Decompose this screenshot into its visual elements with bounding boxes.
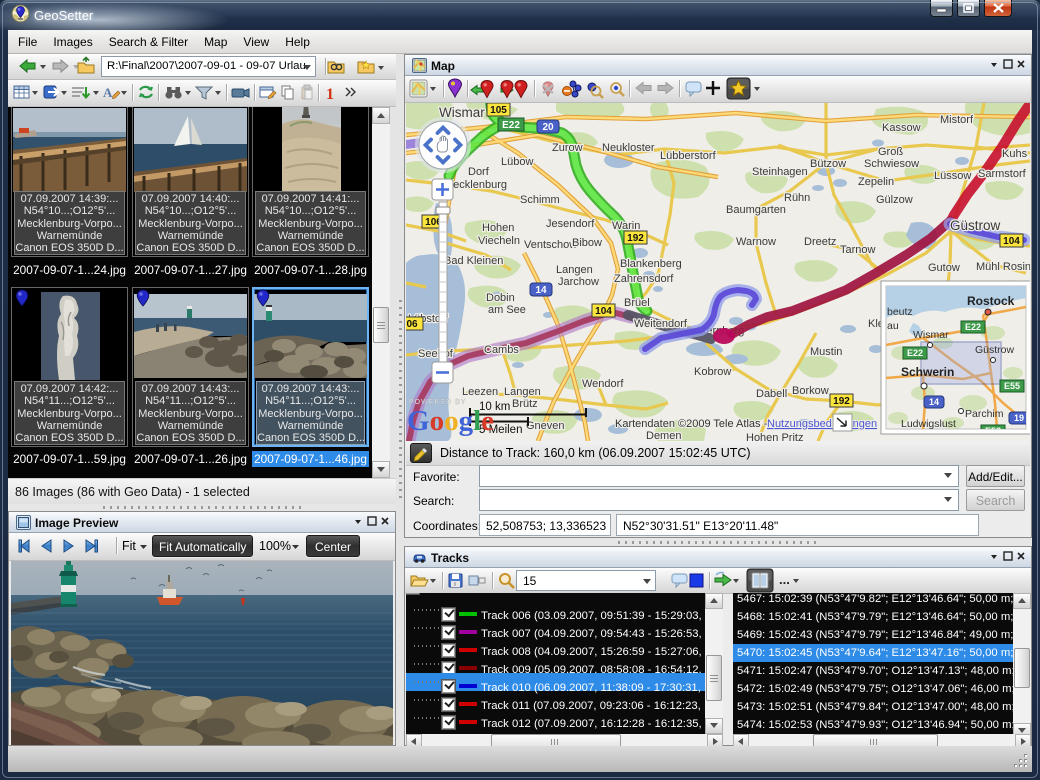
- svg-text:Kuhs: Kuhs: [1002, 148, 1028, 160]
- svg-text:14: 14: [929, 397, 939, 407]
- svg-text:Güstrow: Güstrow: [950, 218, 1001, 233]
- svg-text:Mustin: Mustin: [810, 346, 842, 358]
- svg-text:Schwerin: Schwerin: [901, 365, 954, 379]
- svg-text:Demen: Demen: [646, 430, 681, 441]
- svg-text:Ventschow: Ventschow: [524, 239, 577, 251]
- svg-text:Schimm: Schimm: [520, 194, 560, 206]
- svg-text:20: 20: [542, 122, 554, 133]
- svg-text:Güstrow: Güstrow: [975, 344, 1015, 356]
- svg-text:Nutzungsbedingungen: Nutzungsbedingungen: [767, 418, 877, 430]
- svg-text:Gneven: Gneven: [526, 420, 565, 432]
- svg-text:Hohen Pritz: Hohen Pritz: [746, 432, 803, 441]
- svg-text:Brütz: Brütz: [512, 398, 538, 410]
- svg-text:192: 192: [833, 396, 850, 407]
- svg-text:Zahrensdorf: Zahrensdorf: [614, 273, 674, 285]
- svg-text:A: A: [103, 85, 113, 100]
- svg-text:Bützow: Bützow: [810, 158, 846, 170]
- svg-text:au: au: [887, 320, 899, 332]
- svg-text:105: 105: [490, 105, 507, 116]
- svg-text:Leezen: Leezen: [462, 386, 498, 398]
- svg-text:Gülzow: Gülzow: [876, 194, 913, 206]
- svg-text:Sarmstorf: Sarmstorf: [978, 168, 1027, 180]
- svg-text:E22: E22: [502, 120, 520, 131]
- svg-text:Dorf: Dorf: [468, 166, 490, 178]
- svg-text:Groß: Groß: [878, 146, 903, 158]
- svg-text:E55: E55: [1004, 381, 1020, 391]
- svg-text:Borkow: Borkow: [792, 385, 829, 397]
- svg-text:Warin: Warin: [612, 220, 640, 232]
- svg-text:am See: am See: [488, 304, 526, 316]
- svg-text:...: ...: [779, 572, 790, 587]
- svg-text:Rostock: Rostock: [967, 294, 1015, 308]
- svg-text:Google: Google: [407, 405, 494, 437]
- svg-text:Kobrow: Kobrow: [694, 366, 731, 378]
- svg-text:1: 1: [326, 86, 334, 103]
- svg-text:Steinhagen: Steinhagen: [752, 166, 808, 178]
- svg-text:Mühl Rosin: Mühl Rosin: [976, 261, 1030, 273]
- svg-text:Wismar: Wismar: [913, 329, 949, 341]
- svg-text:Bad Kleinen: Bad Kleinen: [444, 255, 503, 267]
- svg-text:E22: E22: [907, 348, 923, 358]
- svg-text:Parchim: Parchim: [965, 408, 1004, 420]
- svg-text:Jarchow: Jarchow: [558, 276, 599, 288]
- svg-text:Neukloster: Neukloster: [602, 142, 655, 154]
- svg-text:Lübow: Lübow: [501, 156, 533, 168]
- svg-text:Ludwigslust: Ludwigslust: [901, 418, 956, 430]
- svg-text:14: 14: [535, 285, 547, 296]
- svg-text:Lübberstorf: Lübberstorf: [660, 150, 717, 162]
- svg-text:19: 19: [1014, 413, 1024, 423]
- svg-text:Cambs: Cambs: [484, 344, 519, 356]
- svg-text:192: 192: [627, 233, 644, 244]
- svg-text:Brüel: Brüel: [624, 297, 650, 309]
- svg-text:104: 104: [1003, 236, 1020, 247]
- svg-text:Schwiesow: Schwiesow: [864, 158, 919, 170]
- svg-text:Tarnow: Tarnow: [840, 244, 876, 256]
- svg-text:Seehof: Seehof: [418, 348, 454, 360]
- svg-text:Baumgarten: Baumgarten: [726, 204, 786, 216]
- svg-text:Langen: Langen: [556, 264, 593, 276]
- svg-text:Mistorf: Mistorf: [940, 114, 974, 126]
- svg-text:Rühn: Rühn: [784, 192, 810, 204]
- svg-text:Warnow: Warnow: [736, 236, 776, 248]
- svg-text:Gutow: Gutow: [928, 262, 960, 274]
- svg-text:Bibow: Bibow: [572, 237, 602, 249]
- svg-text:104: 104: [595, 306, 612, 317]
- svg-text:Zepelin: Zepelin: [858, 176, 894, 188]
- svg-text:06: 06: [406, 319, 418, 330]
- svg-text:Dabell: Dabell: [756, 388, 787, 400]
- svg-text:E22: E22: [965, 322, 981, 332]
- svg-text:beutz: beutz: [887, 306, 913, 318]
- svg-text:Dreetz: Dreetz: [804, 236, 836, 248]
- svg-text:Wendorf: Wendorf: [582, 378, 624, 390]
- svg-text:Kassow: Kassow: [882, 122, 921, 134]
- svg-text:Blankenberg: Blankenberg: [620, 258, 682, 270]
- svg-text:Weitendorf: Weitendorf: [634, 318, 688, 330]
- svg-text:Lüssow: Lüssow: [934, 170, 971, 182]
- svg-text:Zurow: Zurow: [552, 142, 583, 154]
- svg-text:Viecheln: Viecheln: [478, 235, 520, 247]
- svg-text:Hohen: Hohen: [482, 222, 514, 234]
- svg-text:Langen: Langen: [504, 386, 541, 398]
- svg-text:Kartendaten ©2009 Tele Atlas -: Kartendaten ©2009 Tele Atlas -: [615, 418, 768, 430]
- svg-text:Dobin: Dobin: [486, 292, 515, 304]
- svg-text:Jesendorf: Jesendorf: [546, 218, 595, 230]
